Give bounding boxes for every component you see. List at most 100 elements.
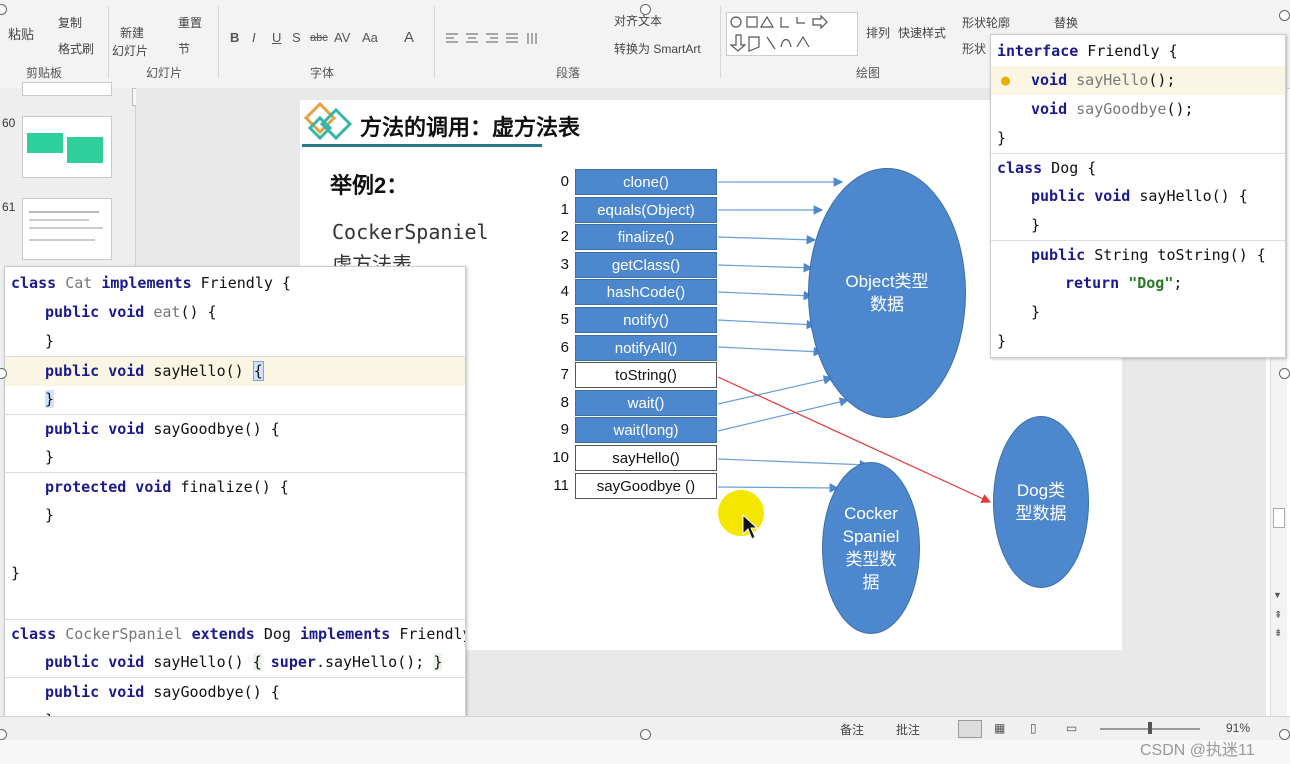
normal-view-icon[interactable] [958,720,982,738]
code-line: } [45,448,55,466]
resize-handle[interactable] [640,4,651,15]
code-line: } [45,506,55,524]
window-bottom [0,740,1290,764]
vtable-row: getClass() [575,252,717,278]
code-line: public void sayHello() { super.sayHello(… [45,653,443,671]
code-line: public void sayHello() { [1031,187,1248,205]
scroll-down-arrow[interactable]: ▼ [1273,590,1282,600]
shape-outline-button[interactable]: 形状轮廓 [962,14,1010,31]
code-line: } [997,129,1007,147]
code-line: return "Dog"; [1065,274,1183,292]
replace-button[interactable]: 替换 [1054,14,1078,31]
vtable-index: 8 [560,394,569,411]
object-type-data-circle: Object类型 数据 [808,168,966,418]
shadow-button[interactable]: S [292,30,301,45]
vtable-index: 5 [560,311,569,328]
copy-button[interactable]: 复制 [58,14,82,31]
code-line-sayhello: public void sayHello() { [5,356,465,386]
ribbon-divider [108,6,109,78]
align-text-button[interactable]: 对齐文本 [614,12,662,29]
resize-handle[interactable] [1279,368,1290,379]
code-line: } [997,332,1007,350]
reset-button[interactable]: 重置 [178,14,202,31]
change-case-button[interactable]: Aa [362,30,378,45]
ribbon-divider [434,6,435,78]
code-line: } [45,390,55,408]
underline-button[interactable]: U [272,30,281,45]
quick-styles-button[interactable]: 快速样式 [898,24,946,41]
slide-title: 方法的调用：虚方法表 [360,116,581,141]
vtable-index: 1 [560,201,569,218]
resize-handle[interactable] [1279,10,1290,21]
next-slide-icon[interactable]: ⇟ [1274,628,1282,639]
prev-slide-icon[interactable]: ⇞ [1274,610,1282,621]
vtable-row: sayHello() [575,445,717,471]
slide-sorter-icon[interactable]: ▦ [994,721,1005,735]
code-panel-friendly-dog[interactable]: interface Friendly { ● void sayHello(); v… [990,34,1286,358]
thumb-line [29,227,103,229]
code-line-cocker-decl: class CockerSpaniel extends Dog implemen… [5,619,465,649]
watermark: CSDN @执迷11 [1140,742,1255,759]
font-color-button[interactable]: A [404,29,414,46]
new-slide-dropdown[interactable]: 幻灯片 [112,42,148,59]
paragraph-group-label: 段落 [556,66,581,80]
slide-number: 60 [2,116,16,130]
paragraph-align-icons[interactable] [444,32,564,46]
vtable-row: toString() [575,362,717,388]
paste-button[interactable]: 粘贴 [8,24,34,43]
convert-smartart-button[interactable]: 转换为 SmartArt [614,40,701,57]
align-icons [446,33,537,44]
code-panel-cat[interactable]: class Cat implements Friendly { public v… [4,266,466,732]
slide-thumbnail[interactable] [22,198,112,260]
vtable-row: hashCode() [575,279,717,305]
slide-number: 61 [2,200,16,214]
code-line: } [11,564,21,582]
vtable-row: finalize() [575,224,717,250]
code-line: protected void finalize() { [5,472,465,502]
shapes-gallery[interactable] [726,12,858,56]
vtable-row: clone() [575,169,717,195]
format-painter-button[interactable]: 格式刷 [58,40,94,57]
zoom-level[interactable]: 91% [1226,721,1250,735]
slideshow-icon[interactable]: ▭ [1066,721,1077,735]
title-underline [302,144,542,147]
reading-view-icon[interactable]: ▯ [1030,721,1037,735]
vtable-row: equals(Object) [575,197,717,223]
thumb-shape [67,137,103,163]
code-line: public void sayGoodbye() { [5,414,465,444]
bold-button[interactable]: B [230,30,239,45]
vtable-index: 2 [560,228,569,245]
vtable-index: 0 [560,173,569,190]
arrange-button[interactable]: 排列 [866,24,890,41]
new-slide-button[interactable]: 新建 [120,24,144,41]
font-group-label: 字体 [310,66,335,80]
vtable-row: notify() [575,307,717,333]
object-circle-label: Object类型 数据 [845,272,929,314]
scrollbar-thumb[interactable] [1273,508,1285,528]
slide-thumbnail[interactable] [22,116,112,178]
notes-button[interactable]: 备注 [840,721,864,738]
thumb-line [29,211,99,213]
vtable-row: sayGoodbye () [575,473,717,499]
vtable-row: wait(long) [575,417,717,443]
code-line-cat-decl: class Cat implements Friendly { [11,274,291,292]
resize-handle[interactable] [1279,729,1290,740]
shapes-icon [729,14,828,52]
zoom-slider-thumb[interactable] [1148,722,1152,734]
vtable-index: 4 [560,283,569,300]
slide-thumbnail[interactable] [22,82,112,96]
char-spacing-button[interactable]: AV [334,30,350,45]
lightbulb-icon[interactable]: ● [1001,66,1010,95]
vtable-index: 3 [560,256,569,273]
code-line: public void sayGoodbye() { [5,677,465,707]
shape-effects-button[interactable]: 形状 [962,40,986,57]
strikethrough-button[interactable]: abc [310,32,328,44]
drawing-group-label: 绘图 [856,66,881,80]
section-button[interactable]: 节 [178,40,190,57]
vtable-index: 10 [552,449,569,466]
dog-circle-label: Dog类 型数据 [1015,481,1067,523]
resize-handle[interactable] [640,729,651,740]
comments-button[interactable]: 批注 [896,721,920,738]
italic-button[interactable]: I [252,30,256,45]
vtable-index: 11 [553,477,569,494]
